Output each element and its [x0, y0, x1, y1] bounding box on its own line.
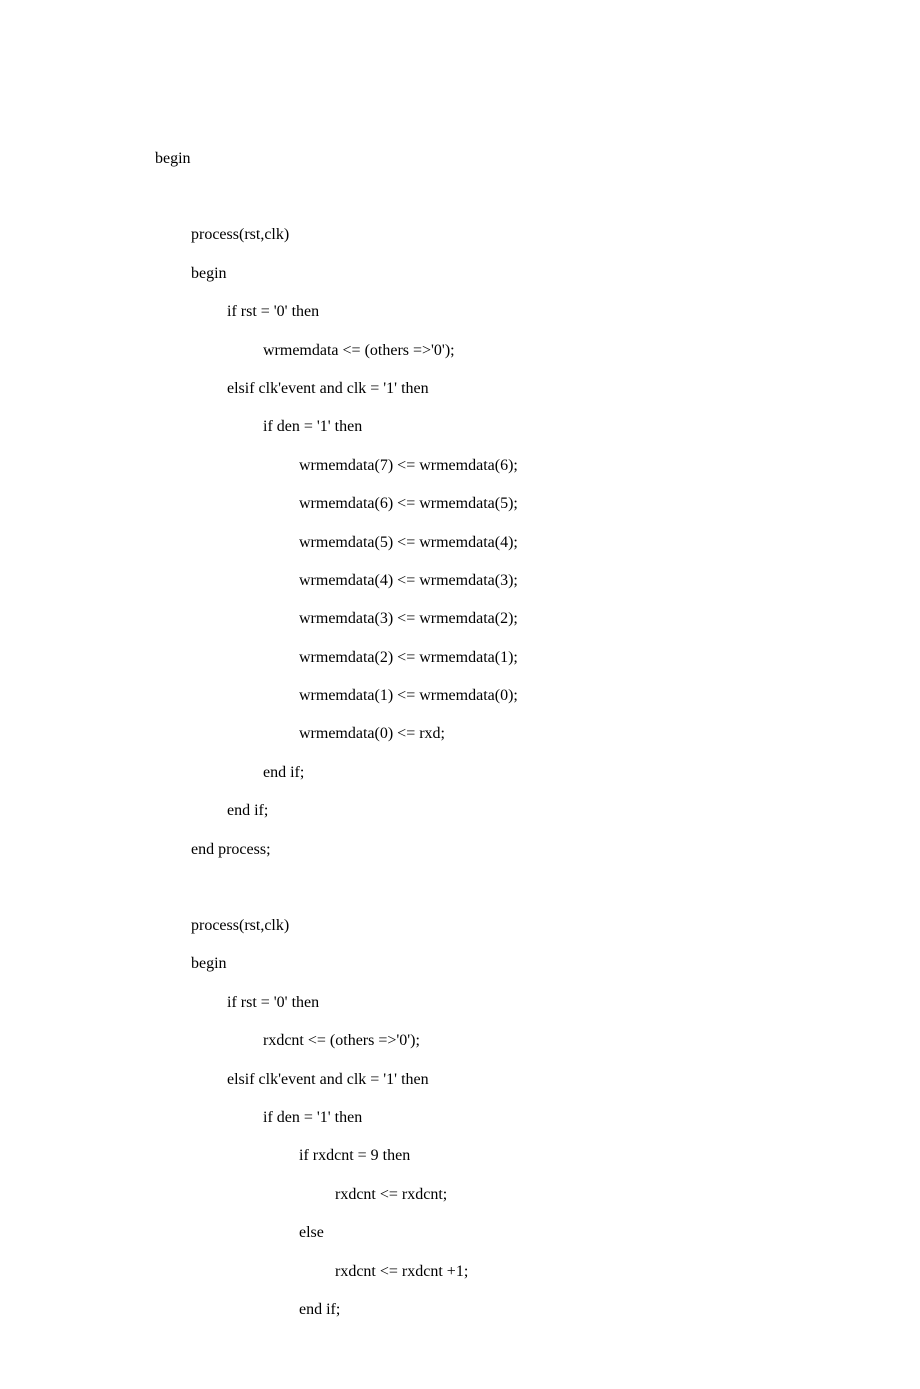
code-line: if den = '1' then [155, 1099, 830, 1137]
code-line: rxdcnt <= (others =>'0'); [155, 1022, 830, 1060]
code-line: begin [155, 945, 830, 983]
code-line: else [155, 1214, 830, 1252]
code-line: wrmemdata(3) <= wrmemdata(2); [155, 600, 830, 638]
code-line: elsif clk'event and clk = '1' then [155, 1061, 830, 1099]
code-line: process(rst,clk) [155, 216, 830, 254]
code-line: end if; [155, 754, 830, 792]
code-line: wrmemdata(5) <= wrmemdata(4); [155, 524, 830, 562]
code-line: end if; [155, 792, 830, 830]
code-line: wrmemdata(1) <= wrmemdata(0); [155, 677, 830, 715]
code-line: wrmemdata(7) <= wrmemdata(6); [155, 447, 830, 485]
code-line: process(rst,clk) [155, 907, 830, 945]
code-line: if rst = '0' then [155, 984, 830, 1022]
code-line: wrmemdata(2) <= wrmemdata(1); [155, 639, 830, 677]
code-line: if den = '1' then [155, 408, 830, 446]
code-line: elsif clk'event and clk = '1' then [155, 370, 830, 408]
code-line: end if; [155, 1291, 830, 1329]
code-line: end process; [155, 831, 830, 869]
blank-line [155, 869, 830, 907]
code-line: wrmemdata <= (others =>'0'); [155, 332, 830, 370]
code-line: if rst = '0' then [155, 293, 830, 331]
code-line: begin [155, 140, 830, 178]
code-line: rxdcnt <= rxdcnt; [155, 1176, 830, 1214]
code-line: begin [155, 255, 830, 293]
code-line: wrmemdata(4) <= wrmemdata(3); [155, 562, 830, 600]
code-line: wrmemdata(6) <= wrmemdata(5); [155, 485, 830, 523]
blank-line [155, 178, 830, 216]
code-line: wrmemdata(0) <= rxd; [155, 715, 830, 753]
code-page: beginprocess(rst,clk)beginif rst = '0' t… [0, 0, 920, 1389]
code-line: if rxdcnt = 9 then [155, 1137, 830, 1175]
code-line: rxdcnt <= rxdcnt +1; [155, 1253, 830, 1291]
